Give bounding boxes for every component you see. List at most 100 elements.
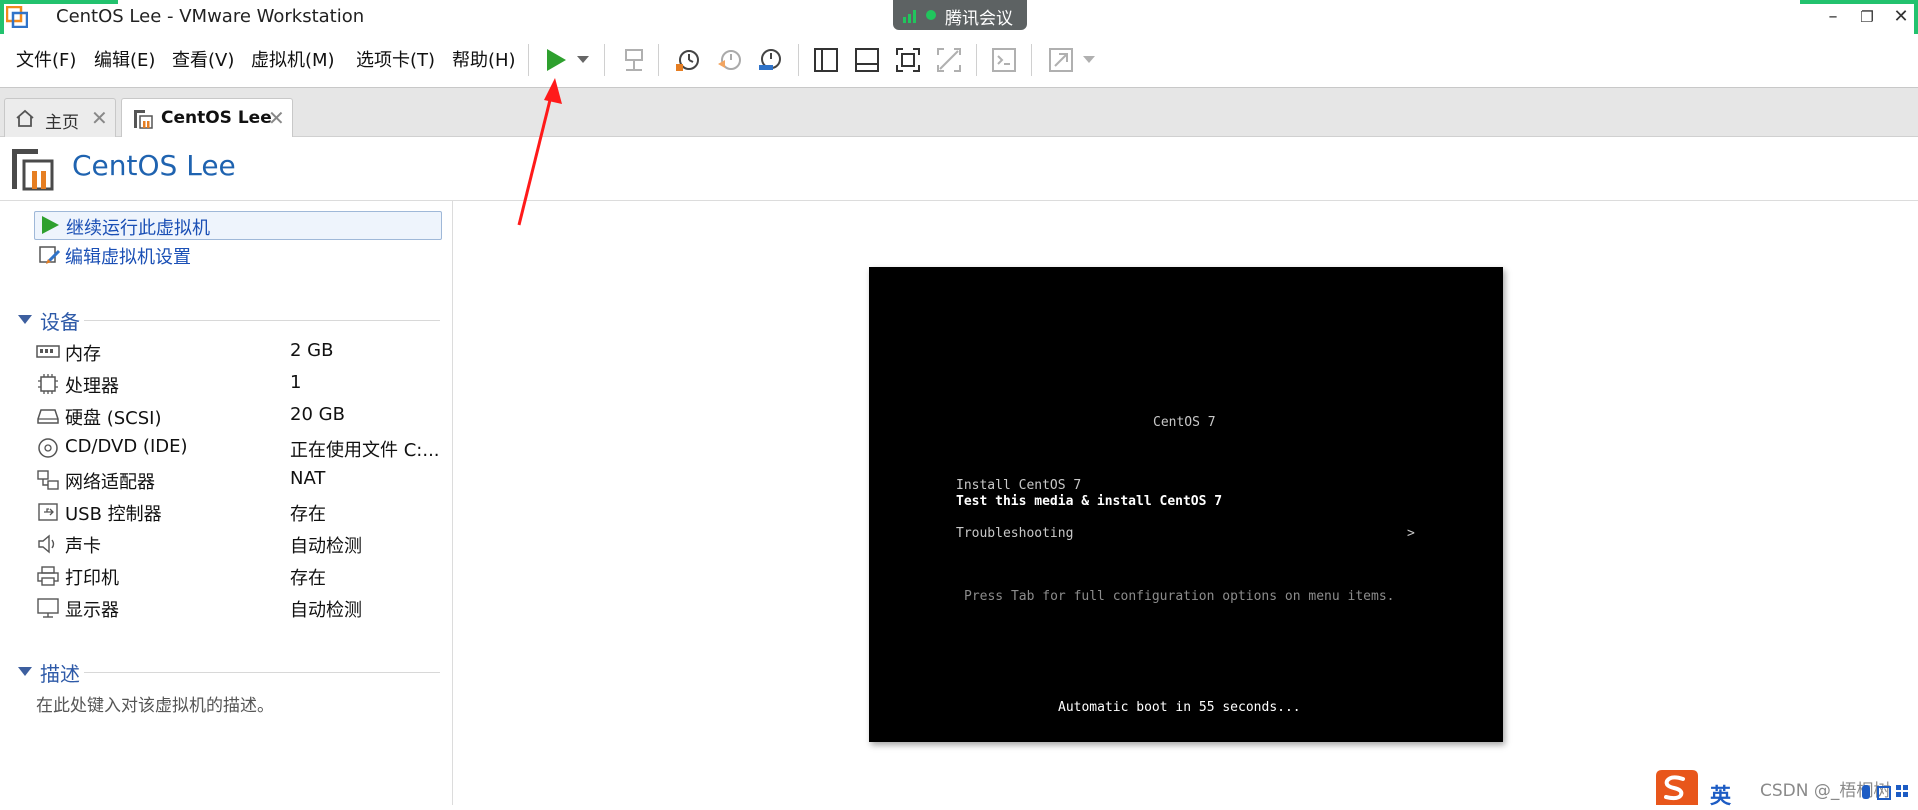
tab-centos-lee[interactable]: CentOS Lee ✕ bbox=[121, 98, 293, 137]
home-icon bbox=[16, 109, 34, 127]
device-row-display[interactable]: 显示器 自动检测 bbox=[36, 594, 436, 624]
tab-centos-lee-label: CentOS Lee bbox=[161, 108, 272, 128]
cd-dvd-icon bbox=[38, 438, 58, 458]
stretch-guest-icon[interactable] bbox=[1047, 46, 1075, 74]
vm-tab-icon bbox=[134, 110, 153, 129]
menu-toolbar: 文件(F) 编辑(E) 查看(V) 虚拟机(M) 选项卡(T) 帮助(H) bbox=[0, 34, 1918, 88]
ime-toolbar-icons[interactable] bbox=[1860, 781, 1910, 803]
boot-menu-test-install[interactable]: Test this media & install CentOS 7 bbox=[956, 494, 1222, 509]
device-name: 声卡 bbox=[65, 536, 101, 557]
toolbar-separator bbox=[658, 44, 659, 76]
devices-heading: 设备 bbox=[40, 310, 80, 334]
menu-vm[interactable]: 虚拟机(M) bbox=[251, 46, 335, 72]
show-library-icon[interactable] bbox=[812, 46, 840, 74]
ime-language-toggle[interactable]: 英 bbox=[1710, 780, 1731, 810]
power-on-vm-link[interactable]: 继续运行此虚拟机 bbox=[34, 211, 442, 240]
highlight-frame-top-right bbox=[1800, 0, 1918, 4]
snapshot-icon[interactable] bbox=[674, 46, 702, 74]
menu-help[interactable]: 帮助(H) bbox=[452, 46, 516, 72]
vm-details-panel: 继续运行此虚拟机 编辑虚拟机设置 设备 内存 2 GB 处理器 1 硬盘 (SC… bbox=[0, 201, 453, 805]
restore-button[interactable]: ❐ bbox=[1852, 4, 1882, 30]
vmware-app-icon[interactable] bbox=[6, 6, 28, 28]
boot-hint: Press Tab for full configuration options… bbox=[964, 589, 1395, 604]
stretch-dropdown-icon[interactable] bbox=[1083, 56, 1095, 64]
boot-menu-install[interactable]: Install CentOS 7 bbox=[956, 478, 1081, 493]
usb-icon bbox=[38, 503, 58, 521]
meeting-indicator[interactable]: 腾讯会议 bbox=[893, 0, 1027, 30]
device-name: CD/DVD (IDE) bbox=[65, 436, 188, 457]
vm-title: CentOS Lee bbox=[72, 149, 236, 182]
collapse-arrow-icon[interactable] bbox=[18, 315, 32, 325]
window-title: CentOS Lee - VMware Workstation bbox=[56, 6, 365, 27]
device-value: NAT bbox=[290, 468, 326, 489]
boot-countdown: Automatic boot in 55 seconds... bbox=[1058, 700, 1301, 715]
monitor-icon bbox=[37, 598, 59, 618]
device-row-network[interactable]: 网络适配器 NAT bbox=[36, 466, 436, 496]
toolbar-separator bbox=[1031, 44, 1032, 76]
device-value: 1 bbox=[290, 372, 302, 393]
memory-icon bbox=[36, 345, 60, 358]
menu-edit[interactable]: 编辑(E) bbox=[94, 46, 155, 72]
play-dropdown-icon[interactable] bbox=[577, 56, 589, 64]
tab-home-label: 主页 bbox=[45, 113, 79, 133]
sogou-ime-icon[interactable] bbox=[1652, 770, 1698, 805]
device-value: 存在 bbox=[290, 568, 326, 589]
menu-tabs[interactable]: 选项卡(T) bbox=[356, 46, 435, 72]
description-heading: 描述 bbox=[40, 662, 80, 686]
cpu-icon bbox=[38, 374, 58, 394]
device-row-cd-dvd[interactable]: CD/DVD (IDE) 正在使用文件 C:... bbox=[36, 434, 440, 464]
boot-menu-troubleshooting[interactable]: Troubleshooting bbox=[956, 526, 1073, 541]
device-value: 存在 bbox=[290, 504, 326, 525]
title-bar: CentOS Lee - VMware Workstation 腾讯会议 – ❐… bbox=[0, 0, 1918, 34]
collapse-arrow-icon[interactable] bbox=[18, 667, 32, 677]
network-icon bbox=[37, 470, 59, 490]
minimize-button[interactable]: – bbox=[1818, 4, 1848, 30]
highlight-frame-top-left bbox=[0, 0, 118, 4]
edit-vm-settings-link[interactable]: 编辑虚拟机设置 bbox=[34, 241, 440, 268]
device-row-processor[interactable]: 处理器 1 bbox=[36, 370, 436, 400]
unity-icon[interactable] bbox=[935, 46, 963, 74]
thumbnail-bar-icon[interactable] bbox=[853, 46, 881, 74]
device-value: 20 GB bbox=[290, 404, 345, 425]
menu-view[interactable]: 查看(V) bbox=[172, 46, 234, 72]
description-field[interactable]: 在此处键入对该虚拟机的描述。 bbox=[36, 691, 274, 716]
signal-icon bbox=[903, 10, 916, 23]
menu-file[interactable]: 文件(F) bbox=[16, 46, 76, 72]
recording-dot-icon bbox=[926, 10, 936, 20]
full-screen-icon[interactable] bbox=[894, 46, 922, 74]
device-row-harddisk[interactable]: 硬盘 (SCSI) 20 GB bbox=[36, 402, 436, 432]
toolbar-separator bbox=[798, 44, 799, 76]
speaker-icon bbox=[38, 534, 55, 554]
device-value: 自动检测 bbox=[290, 600, 362, 621]
device-name: 处理器 bbox=[65, 376, 119, 397]
device-value: 正在使用文件 C:... bbox=[290, 440, 440, 461]
section-divider bbox=[84, 672, 440, 673]
tab-home[interactable]: 主页 ✕ bbox=[4, 98, 116, 137]
edit-vm-settings-label: 编辑虚拟机设置 bbox=[65, 247, 191, 268]
tab-close-icon[interactable]: ✕ bbox=[91, 106, 108, 130]
tab-close-icon[interactable]: ✕ bbox=[268, 106, 285, 130]
submenu-chevron-icon: > bbox=[1407, 526, 1415, 541]
device-name: 内存 bbox=[65, 344, 101, 365]
device-name: 硬盘 (SCSI) bbox=[65, 408, 162, 429]
device-name: 显示器 bbox=[65, 600, 119, 621]
device-row-memory[interactable]: 内存 2 GB bbox=[36, 338, 436, 368]
play-icon bbox=[42, 216, 59, 234]
device-row-usb[interactable]: USB 控制器 存在 bbox=[36, 498, 436, 528]
boot-title: CentOS 7 bbox=[1153, 415, 1216, 430]
device-value: 2 GB bbox=[290, 340, 334, 361]
section-divider bbox=[84, 320, 440, 321]
revert-snapshot-icon[interactable] bbox=[716, 46, 744, 74]
toolbar-separator bbox=[976, 44, 977, 76]
vm-console-screen[interactable]: CentOS 7 Install CentOS 7 Test this medi… bbox=[869, 267, 1503, 742]
send-ctrl-alt-del-icon[interactable] bbox=[620, 46, 648, 74]
toolbar-separator bbox=[604, 44, 605, 76]
device-row-sound[interactable]: 声卡 自动检测 bbox=[36, 530, 436, 560]
device-row-printer[interactable]: 打印机 存在 bbox=[36, 562, 436, 592]
snapshot-manager-icon[interactable] bbox=[756, 46, 784, 74]
device-name: USB 控制器 bbox=[65, 504, 162, 525]
device-name: 打印机 bbox=[65, 568, 119, 589]
console-view-icon[interactable] bbox=[990, 46, 1018, 74]
close-button[interactable]: ✕ bbox=[1886, 4, 1916, 30]
annotation-arrow-icon bbox=[517, 78, 562, 226]
